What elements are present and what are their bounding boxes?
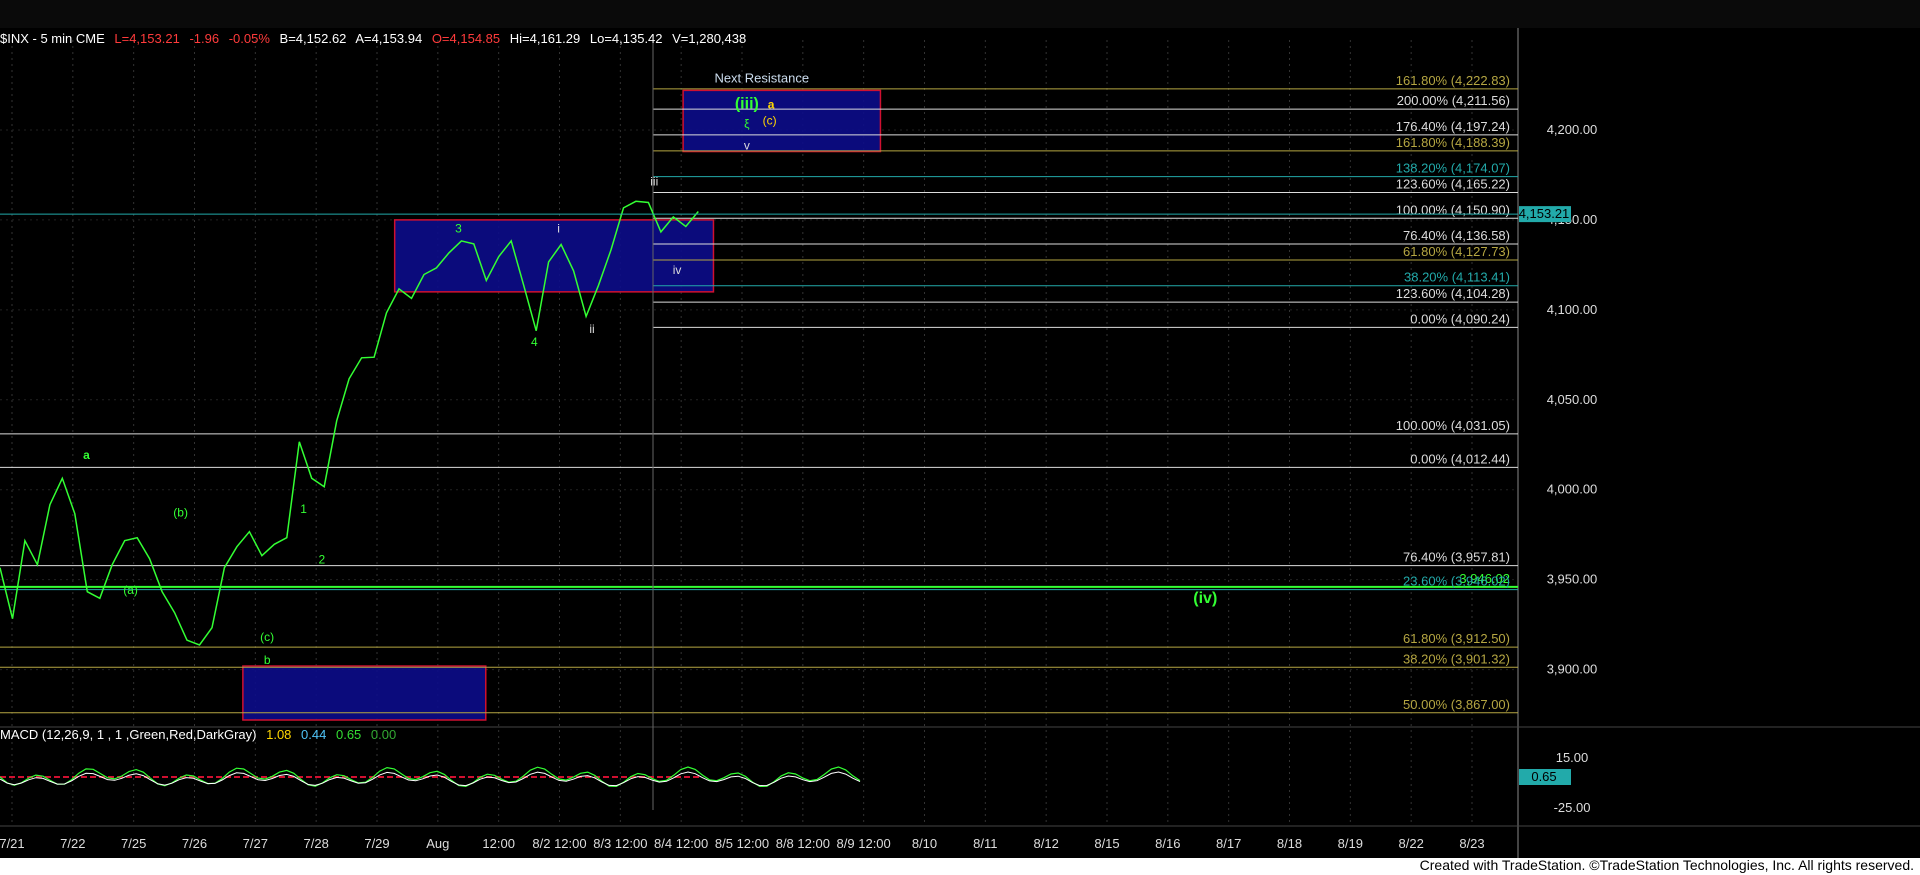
symbol-label: $INX - 5 min CME [0,31,105,46]
wave-label: 4 [531,335,538,349]
x-tick-label: 8/23 [1459,836,1484,851]
x-tick-label: 7/26 [182,836,207,851]
current-price-label: 4,153.21 [1519,206,1570,221]
wave-label: (c) [763,114,777,128]
wave-label: (a) [123,583,138,597]
fib-label: 176.40% (4,197.24) [1396,119,1510,134]
fib-label: 0.00% (4,090.24) [1410,311,1510,326]
wave-label: (c) [260,630,274,644]
x-tick-label: 8/12 [1034,836,1059,851]
wave-label: (iii) [735,95,759,112]
x-tick-label: 8/17 [1216,836,1241,851]
bid-price: B=4,152.62 [279,31,347,46]
x-tick-label: 8/9 12:00 [837,836,891,851]
x-tick-label: 7/25 [121,836,146,851]
x-tick-label: 12:00 [482,836,515,851]
x-tick-label: 7/27 [243,836,268,851]
y-tick-label: 4,100.00 [1547,302,1598,317]
net-change: -1.96 [189,31,220,46]
fib-label: 61.80% (4,127.73) [1403,244,1510,259]
wave-label: iv [673,263,682,277]
macd-axis-label: 15.00 [1556,750,1589,765]
macd-value-1: 1.08 [266,727,292,742]
volume: V=1,280,438 [672,31,747,46]
x-tick-label: 7/21 [0,836,25,851]
credit-text: Created with TradeStation. ©TradeStation… [1419,857,1914,873]
fib-label: 38.20% (4,113.41) [1404,270,1510,285]
wave-label: v [744,139,750,153]
fib-label: 76.40% (3,957.81) [1403,550,1510,565]
fib-label: 38.20% (3,901.32) [1403,651,1510,666]
fib-label: 61.80% (3,912.50) [1403,631,1510,646]
macd-value-4: 0.00 [370,727,397,742]
y-tick-label: 3,900.00 [1547,662,1598,677]
x-tick-label: 7/22 [60,836,85,851]
x-tick-label: Aug [426,836,449,851]
x-tick-label: 8/19 [1338,836,1363,851]
fib-label: 100.00% (4,031.05) [1396,418,1510,433]
macd-value-3: 0.65 [335,727,362,742]
wave-label: b [264,653,271,667]
wave-label: (iv) [1193,590,1217,607]
fib-label: 50.00% (3,867.00) [1403,697,1510,712]
macd-value-2: 0.44 [301,727,327,742]
wave-label: i [557,221,560,235]
x-tick-label: 8/22 [1399,836,1424,851]
macd-label: MACD (12,26,9, 1 , 1 ,Green,Red,DarkGray… [0,727,257,742]
x-tick-label: 7/28 [304,836,329,851]
x-tick-label: 8/16 [1155,836,1180,851]
macd-axis-label: -25.00 [1554,800,1591,815]
fib-label: 123.60% (4,104.28) [1396,286,1510,301]
x-tick-label: 8/5 12:00 [715,836,769,851]
x-tick-label: 8/8 12:00 [776,836,830,851]
wave-label: (b) [173,506,188,520]
macd-header: MACD (12,26,9, 1 , 1 ,Green,Red,DarkGray… [0,727,402,742]
macd-current-label: 0.65 [1531,769,1556,784]
pct-change: -0.05% [228,31,270,46]
fib-label: 100.00% (4,150.90) [1396,202,1510,217]
fib-label: 138.20% (4,174.07) [1396,161,1510,176]
x-tick-label: 8/3 12:00 [593,836,647,851]
price-chart[interactable]: 7/21 7/22 7/25 7/26 7/27 7/28 7/29 Aug 12:00 8/2 … [0,0,1920,875]
price-header: $INX - 5 min CME L=4,153.21 -1.96 -0.05%… [0,31,752,46]
resistance-zone [682,89,882,153]
x-tick-label: 8/4 12:00 [654,836,708,851]
y-tick-label: 4,200.00 [1547,122,1598,137]
y-tick-label: 4,050.00 [1547,392,1598,407]
zone-label: Next Resistance [714,70,809,85]
x-tick-label: 8/15 [1094,836,1119,851]
y-tick-label: 3,950.00 [1547,572,1598,587]
wave-label: a [768,97,775,111]
open-price: O=4,154.85 [431,31,501,46]
wave-label: 2 [318,552,325,566]
wave-label: a [83,448,90,462]
ask-price: A=4,153.94 [355,31,423,46]
fib-label: 0.00% (4,012.44) [1410,451,1510,466]
wave-label: ξ [744,117,750,131]
fib-label: 76.40% (4,136.58) [1403,228,1510,243]
y-tick-label: 4,000.00 [1547,482,1598,497]
fib-label: 200.00% (4,211.56) [1397,93,1510,108]
x-tick-label: 8/18 [1277,836,1302,851]
wave-label: iii [650,175,658,189]
x-tick-label: 8/11 [973,836,997,851]
x-tick-label: 7/29 [364,836,389,851]
chart-window: 7/21 7/22 7/25 7/26 7/27 7/28 7/29 Aug 12:00 8/2 … [0,0,1920,875]
support-zone [242,665,487,721]
low-price: Lo=4,135.42 [589,31,663,46]
wave-label: 1 [300,502,307,516]
x-tick-label: 8/10 [912,836,937,851]
fib-label: 23.60% (3,946.02) [1403,574,1510,589]
x-tick-label: 8/2 12:00 [532,836,586,851]
wave-label: ii [589,322,594,336]
mid-zone [393,219,715,293]
fib-label: 123.60% (4,165.22) [1396,177,1510,192]
fib-label: 161.80% (4,222.83) [1396,73,1510,88]
fib-label: 161.80% (4,188.39) [1396,135,1510,150]
last-price: L=4,153.21 [114,31,180,46]
high-price: Hi=4,161.29 [509,31,581,46]
wave-label: 3 [455,221,462,235]
